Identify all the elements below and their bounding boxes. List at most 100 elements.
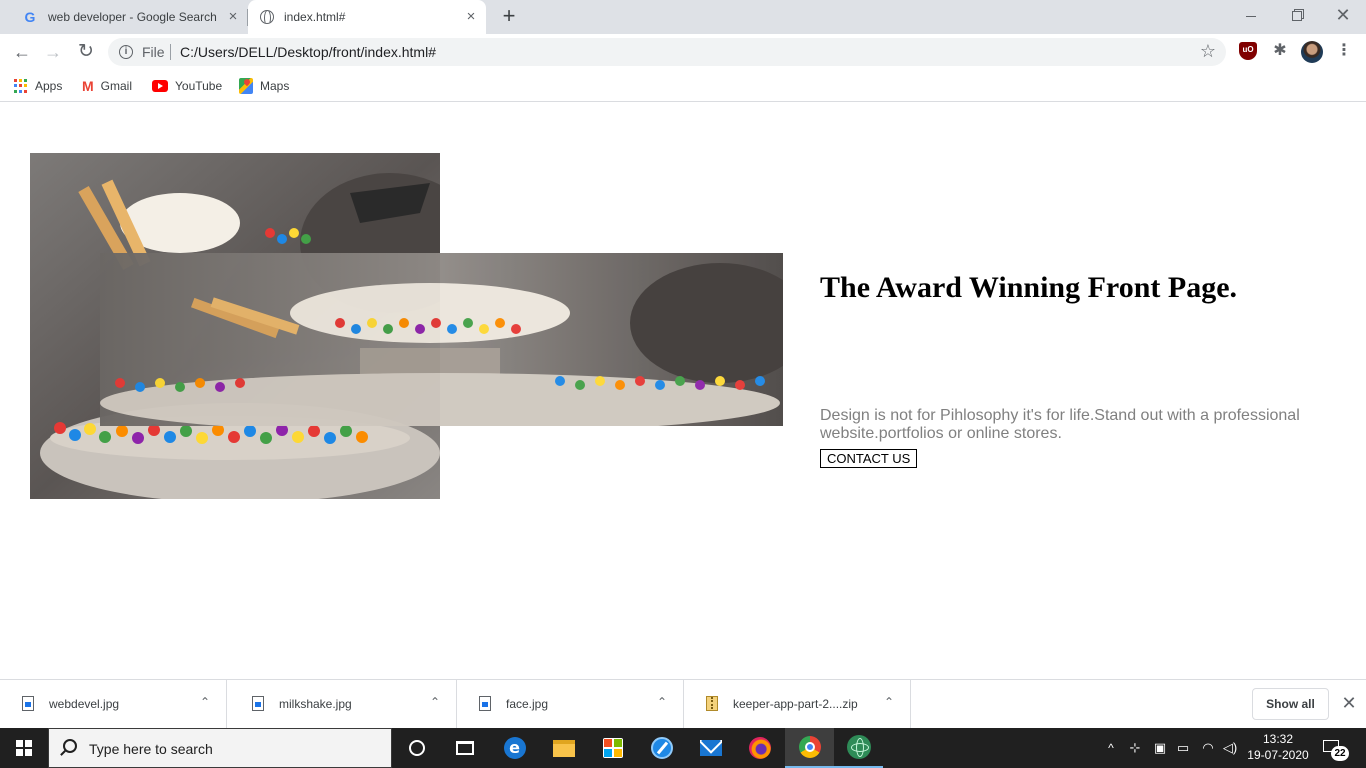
bookmark-label: Maps <box>260 79 290 93</box>
windows-taskbar: Type here to search e ^ ⊹ ▣ ▭ ◠ ◁) 13:32… <box>0 728 1366 768</box>
download-item[interactable]: keeper-app-part-2....zip ⌃ <box>684 680 911 729</box>
bookmarks-bar: Apps M Gmail YouTube Maps <box>0 70 1366 102</box>
restore-window-button[interactable] <box>1274 0 1320 30</box>
notification-count-badge: 22 <box>1331 746 1349 761</box>
download-filename: face.jpg <box>506 697 549 711</box>
download-item[interactable]: face.jpg ⌃ <box>457 680 684 729</box>
browser-tabstrip: G web developer - Google Search × index.… <box>0 0 1366 34</box>
atom-icon <box>846 735 871 759</box>
minimize-icon <box>1246 15 1256 17</box>
page-title: The Award Winning Front Page. <box>820 271 1238 304</box>
show-all-downloads-button[interactable]: Show all <box>1252 688 1329 720</box>
chevron-up-icon[interactable]: ⌃ <box>884 695 894 709</box>
taskbar-atom[interactable] <box>834 728 883 768</box>
bookmark-youtube[interactable]: YouTube <box>152 76 222 96</box>
bookmark-label: Gmail <box>100 79 133 93</box>
restore-icon <box>1292 11 1302 22</box>
contact-us-button[interactable]: CONTACT US <box>820 449 918 468</box>
browser-toolbar: ← → ↻ i File C:/Users/DELL/Desktop/front… <box>0 34 1366 70</box>
search-placeholder: Type here to search <box>89 741 213 757</box>
action-center-button[interactable]: 22 <box>1320 736 1349 761</box>
cortana-icon <box>408 740 425 756</box>
chevron-up-icon[interactable]: ⌃ <box>200 695 210 709</box>
firefox-icon <box>748 737 771 759</box>
address-scheme-label: File <box>142 44 165 60</box>
volume-icon[interactable]: ◁) <box>1221 728 1239 768</box>
image-file-icon <box>22 696 34 711</box>
info-icon[interactable]: i <box>119 45 133 59</box>
search-icon <box>63 739 77 753</box>
bookmark-apps[interactable]: Apps <box>14 76 62 96</box>
taskbar-search-box[interactable]: Type here to search <box>48 728 392 768</box>
minimize-window-button[interactable] <box>1228 0 1274 30</box>
network-tray-icon[interactable]: ⊹ <box>1126 728 1144 768</box>
edge-icon: e <box>503 737 526 759</box>
youtube-icon <box>152 80 168 92</box>
taskbar-clock[interactable]: 13:32 19-07-2020 <box>1247 731 1309 763</box>
close-tab-icon[interactable]: × <box>226 9 240 24</box>
store-icon <box>602 738 623 758</box>
apps-grid-icon <box>14 79 28 93</box>
tab-google-search[interactable]: G web developer - Google Search × <box>8 0 248 34</box>
download-shelf: webdevel.jpg ⌃ milkshake.jpg ⌃ face.jpg … <box>0 679 1366 729</box>
download-filename: webdevel.jpg <box>49 697 120 711</box>
zip-file-icon <box>706 696 718 711</box>
image-file-icon <box>252 696 264 711</box>
chrome-menu-icon[interactable]: ⋮ <box>1335 42 1353 60</box>
bookmark-gmail[interactable]: M Gmail <box>82 76 132 96</box>
taskbar-safari[interactable] <box>637 728 686 768</box>
clock-time: 13:32 <box>1262 732 1294 746</box>
mail-icon <box>699 740 722 756</box>
start-button[interactable] <box>0 728 48 768</box>
profile-avatar[interactable] <box>1301 41 1323 63</box>
image-file-icon <box>479 696 491 711</box>
forward-button[interactable]: → <box>41 40 65 64</box>
folder-icon <box>552 739 575 757</box>
task-view-button[interactable] <box>440 728 489 768</box>
ublock-origin-icon[interactable]: uO <box>1239 42 1257 60</box>
bookmark-star-icon[interactable]: ☆ <box>1200 41 1216 62</box>
back-button[interactable]: ← <box>10 40 34 64</box>
taskbar-file-explorer[interactable] <box>539 728 588 768</box>
extensions-puzzle-icon[interactable]: ✱ <box>1271 42 1289 60</box>
milkshake-photo-front-graphic <box>100 253 783 426</box>
bookmark-maps[interactable]: Maps <box>239 76 289 96</box>
taskbar-firefox[interactable] <box>735 728 784 768</box>
taskbar-mail[interactable] <box>686 728 735 768</box>
close-download-shelf-icon[interactable]: ✕ <box>1340 693 1358 713</box>
download-item[interactable]: milkshake.jpg ⌃ <box>230 680 457 729</box>
task-view-icon <box>455 741 474 755</box>
address-bar[interactable]: i File C:/Users/DELL/Desktop/front/index… <box>108 38 1226 66</box>
tab-index-html[interactable]: index.html# × <box>248 0 486 34</box>
address-url[interactable]: C:/Users/DELL/Desktop/front/index.html# <box>180 44 436 60</box>
windows-logo-icon <box>16 740 32 756</box>
bookmark-label: YouTube <box>175 79 223 93</box>
chevron-up-icon[interactable]: ⌃ <box>430 695 440 709</box>
wifi-icon[interactable]: ◠ <box>1199 728 1217 768</box>
close-window-button[interactable]: ✕ <box>1320 0 1366 30</box>
safari-compass-icon <box>650 737 673 759</box>
globe-icon <box>260 10 274 24</box>
page-description: Design is not for Pihlosophy it's for li… <box>820 407 1300 442</box>
close-tab-icon[interactable]: × <box>464 9 478 24</box>
clock-date: 19-07-2020 <box>1247 748 1309 762</box>
tab-title: web developer - Google Search <box>48 10 217 24</box>
gmail-icon: M <box>82 78 94 94</box>
meet-now-icon[interactable]: ▣ <box>1151 728 1169 768</box>
cortana-button[interactable] <box>392 728 441 768</box>
show-hidden-icons-chevron-icon[interactable]: ^ <box>1102 728 1120 768</box>
reload-button[interactable]: ↻ <box>74 40 98 64</box>
address-divider <box>170 44 171 60</box>
chevron-up-icon[interactable]: ⌃ <box>657 695 667 709</box>
battery-icon[interactable]: ▭ <box>1174 728 1192 768</box>
page-viewport: The Award Winning Front Page. Design is … <box>0 103 1366 679</box>
maps-icon <box>239 78 253 94</box>
download-filename: keeper-app-part-2....zip <box>733 697 858 711</box>
taskbar-store[interactable] <box>588 728 637 768</box>
chrome-icon <box>798 736 821 758</box>
taskbar-edge[interactable]: e <box>490 728 539 768</box>
download-filename: milkshake.jpg <box>279 697 352 711</box>
download-item[interactable]: webdevel.jpg ⌃ <box>0 680 227 729</box>
new-tab-button[interactable]: + <box>499 5 519 27</box>
taskbar-chrome[interactable] <box>785 728 834 768</box>
